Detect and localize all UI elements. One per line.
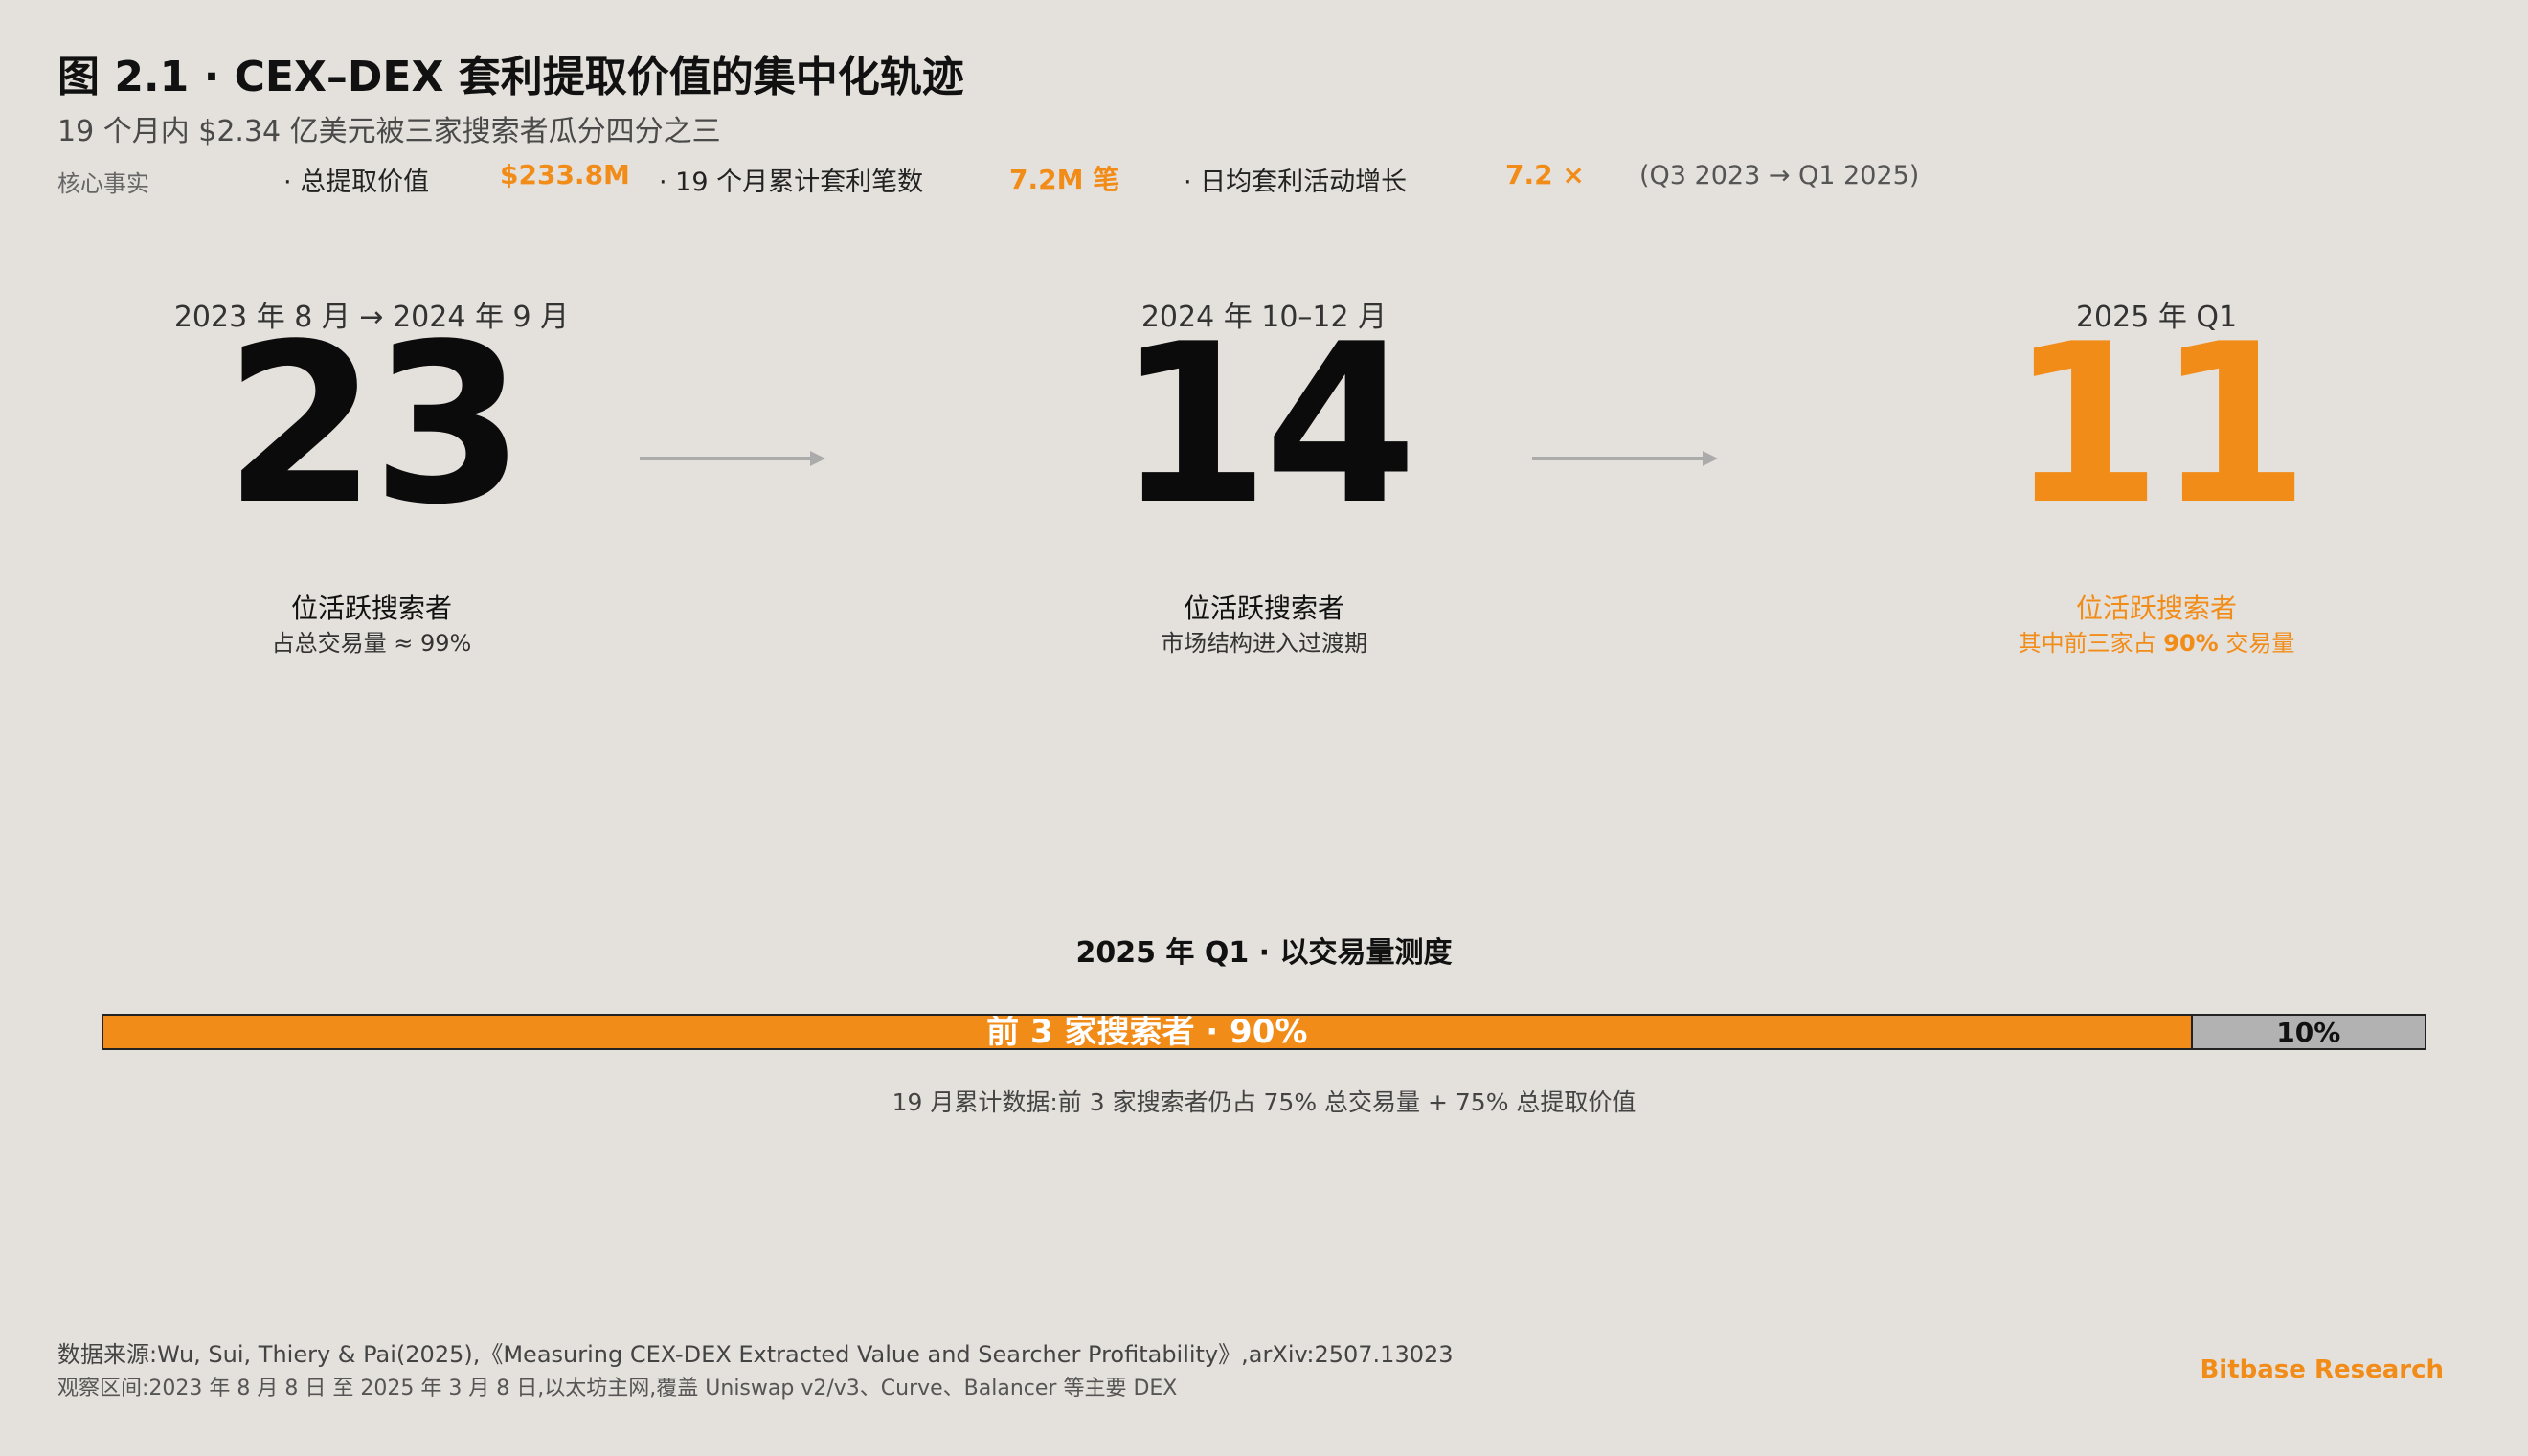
page-title: 图 2.1 · CEX–DEX 套利提取价值的集中化轨迹: [57, 53, 964, 101]
facts-label: 核心事实: [57, 170, 149, 197]
stage-3-sub-pre: 其中前三家占: [2018, 630, 2164, 657]
stage-1-sub: 占总交易量 ≈ 99%: [271, 630, 472, 657]
stage-1-label: 位活跃搜索者: [290, 593, 452, 624]
measure-note: 19 月累计数据:前 3 家搜索者仍占 75% 总交易量 + 75% 总提取价值: [892, 1088, 1636, 1116]
fact-total-value: $233.8M: [500, 159, 630, 190]
volume-share-bar: 前 3 家搜索者 · 90% 10%: [102, 1014, 2426, 1050]
observation-window: 观察区间:2023 年 8 月 8 日 至 2025 年 3 月 8 日,以太坊…: [57, 1377, 1178, 1400]
fact-total-value-label: · 总提取价值: [283, 168, 430, 197]
right-arrow-icon: [640, 451, 825, 466]
top3-share-segment: 前 3 家搜索者 · 90%: [103, 1016, 2193, 1048]
right-arrow-icon: [1532, 451, 1718, 466]
brand-logo: Bitbase Research: [2200, 1355, 2444, 1384]
stage-3-sub: 其中前三家占 90% 交易量: [1955, 624, 2358, 658]
page-subtitle: 19 个月内 $2.34 亿美元被三家搜索者瓜分四分之三: [57, 115, 721, 148]
stage-3-sub-post: 交易量: [2218, 630, 2295, 657]
fact-period-note: (Q3 2023 → Q1 2025): [1639, 161, 1920, 190]
stage-1-count: 23: [223, 298, 525, 553]
measure-title: 2025 年 Q1 · 以交易量测度: [1075, 936, 1453, 970]
stage-2-count: 14: [1116, 298, 1417, 553]
fact-arb-count-label: · 19 个月累计套利笔数: [659, 168, 924, 197]
stage-3-count: 11: [2008, 298, 2310, 553]
fact-daily-growth: 7.2 ×: [1505, 159, 1585, 190]
fact-arb-count: 7.2M 笔: [1009, 164, 1120, 195]
stage-3-label: 位活跃搜索者: [2075, 593, 2237, 624]
stage-2-sub: 市场结构进入过渡期: [1161, 630, 1367, 657]
stage-2-label: 位活跃搜索者: [1183, 593, 1344, 624]
fact-daily-growth-label: · 日均套利活动增长: [1184, 168, 1408, 197]
data-source: 数据来源:Wu, Sui, Thiery & Pai(2025),《Measur…: [57, 1341, 1454, 1368]
stage-3-sub-share: 90%: [2163, 630, 2219, 657]
rest-share-segment: 10%: [2192, 1016, 2425, 1048]
